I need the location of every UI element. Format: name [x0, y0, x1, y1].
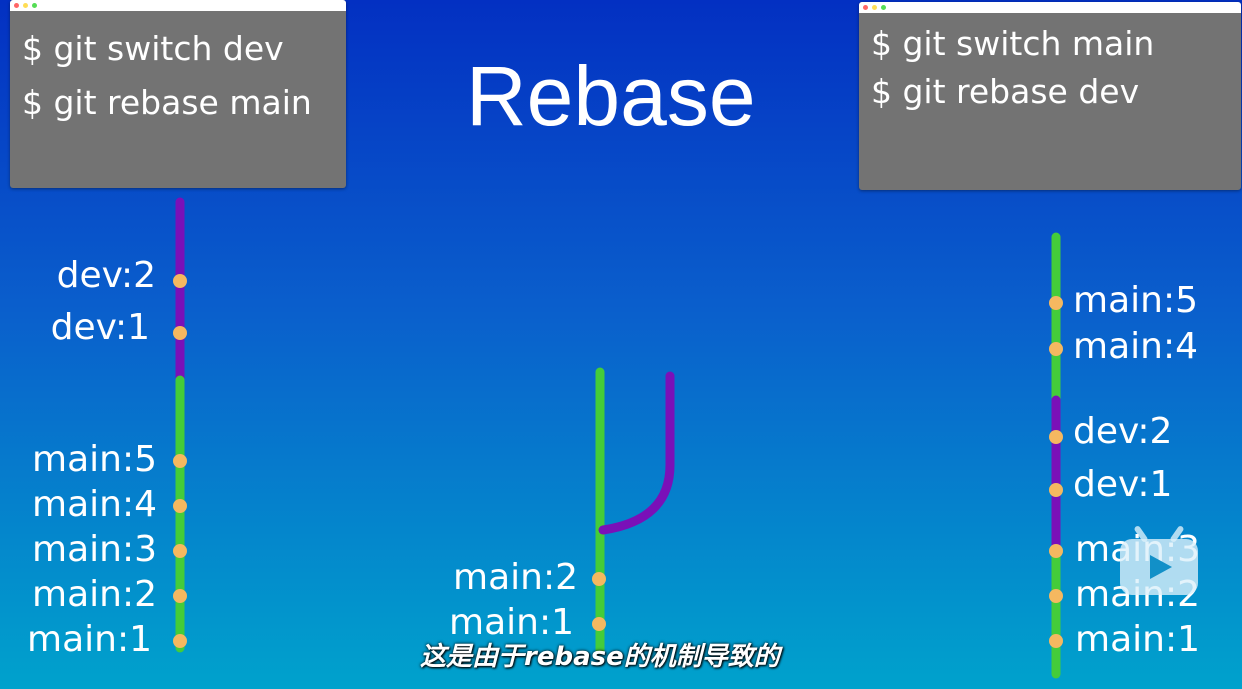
commit-label: dev:1 — [50, 307, 150, 348]
commit-label: dev:2 — [1073, 411, 1173, 452]
commit-dot — [173, 454, 187, 468]
dev-branch-line — [598, 371, 675, 535]
commit-label: dev:1 — [1073, 464, 1173, 505]
commit-dot — [592, 617, 606, 631]
commit-dot — [173, 499, 187, 513]
commit-dot — [1049, 430, 1063, 444]
commit-dot — [173, 326, 187, 340]
commit-label: main:5 — [1073, 280, 1198, 321]
commit-label: main:3 — [32, 529, 157, 570]
commit-dot — [173, 634, 187, 648]
commit-dot — [1049, 544, 1063, 558]
commit-dot — [592, 572, 606, 586]
commit-graphs — [173, 197, 1063, 679]
commit-label: main:2 — [32, 574, 157, 615]
commit-label: main:4 — [32, 484, 157, 525]
commit-dot — [1049, 296, 1063, 310]
commit-dot — [1049, 342, 1063, 356]
commit-label: main:5 — [32, 439, 157, 480]
commit-dot — [1049, 634, 1063, 648]
commit-label: main:1 — [1075, 619, 1200, 660]
video-logo-icon — [1120, 526, 1198, 595]
commit-dot — [1049, 589, 1063, 603]
commit-label: main:4 — [1073, 326, 1198, 367]
commit-label: dev:2 — [56, 255, 156, 296]
commit-label: main:2 — [453, 557, 578, 598]
commit-dot — [173, 589, 187, 603]
commit-dot — [173, 544, 187, 558]
commit-dot — [173, 274, 187, 288]
commit-dot — [1049, 483, 1063, 497]
commit-label: main:1 — [27, 619, 152, 660]
subtitle-caption: 这是由于rebase的机制导致的 — [420, 642, 780, 672]
